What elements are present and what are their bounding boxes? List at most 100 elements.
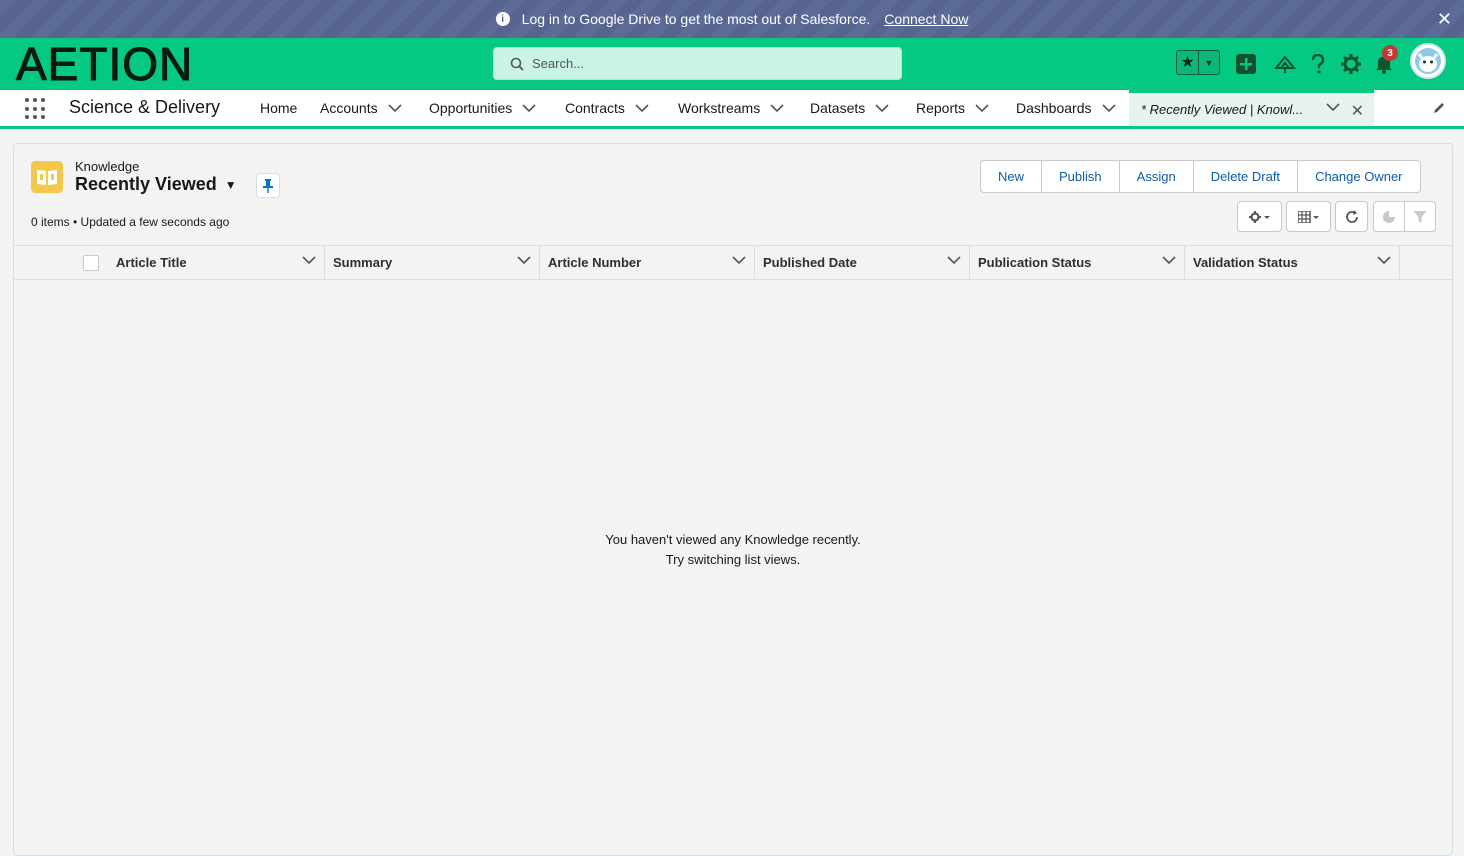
column-header-article-title[interactable]: Article Title [108, 246, 325, 279]
active-tab-label: * Recently Viewed | Knowl... [1141, 102, 1304, 117]
gear-icon [1248, 210, 1270, 223]
banner-message: Log in to Google Drive to get the most o… [521, 11, 871, 27]
nav-item-opportunities[interactable]: Opportunities [429, 100, 536, 116]
help-button[interactable] [1305, 51, 1331, 77]
info-icon: i [495, 12, 510, 26]
assign-button[interactable]: Assign [1119, 161, 1194, 192]
close-tab-icon[interactable]: ✕ [1351, 101, 1364, 121]
chevron-down-icon[interactable] [635, 103, 649, 113]
list-view-controls-button[interactable] [1237, 201, 1282, 232]
column-header-validation-status[interactable]: Validation Status [1185, 246, 1400, 279]
favorites-button[interactable]: ★ ▼ [1176, 50, 1220, 75]
nav-item-label: Datasets [810, 100, 866, 116]
edit-nav-pencil-icon[interactable] [1432, 101, 1446, 115]
column-label: Validation Status [1193, 255, 1298, 270]
nav-item-label: Reports [916, 100, 966, 116]
list-meta-info: 0 items • Updated a few seconds ago [31, 215, 230, 229]
column-header-published-date[interactable]: Published Date [755, 246, 970, 279]
pin-icon [263, 178, 273, 193]
chevron-down-icon[interactable] [302, 256, 316, 265]
nav-item-workstreams[interactable]: Workstreams [678, 100, 784, 116]
chevron-down-icon[interactable] [517, 256, 531, 265]
delete-draft-button[interactable]: Delete Draft [1193, 161, 1299, 192]
connect-now-link[interactable]: Connect Now [884, 11, 968, 27]
star-icon[interactable]: ★ [1177, 51, 1199, 74]
trailhead-button[interactable] [1272, 51, 1298, 77]
nav-item-label: Accounts [320, 100, 378, 116]
google-drive-banner: i Log in to Google Drive to get the most… [0, 0, 1464, 38]
chevron-down-icon[interactable] [1377, 256, 1391, 265]
list-actions-button-group: New Publish Assign Delete Draft Change O… [980, 160, 1421, 193]
chevron-down-icon[interactable] [1326, 103, 1340, 112]
nav-item-datasets[interactable]: Datasets [810, 100, 889, 116]
app-launcher-icon[interactable] [25, 98, 47, 120]
global-actions-button[interactable] [1233, 51, 1259, 77]
chevron-down-icon[interactable] [975, 103, 989, 113]
search-placeholder: Search... [532, 56, 585, 71]
nav-item-home[interactable]: Home [260, 100, 297, 116]
nav-item-label: Dashboards [1016, 100, 1092, 116]
new-button[interactable]: New [981, 161, 1043, 192]
chevron-down-icon[interactable] [875, 103, 889, 113]
list-view-card: Knowledge Recently Viewed ▼ 0 items • Up… [13, 143, 1453, 856]
nav-item-label: Contracts [565, 100, 625, 116]
notification-count-badge: 3 [1382, 45, 1398, 61]
gear-icon [1341, 54, 1361, 74]
aetion-logo[interactable]: AETION [15, 41, 193, 88]
global-search-input[interactable]: Search... [493, 47, 902, 80]
column-label: Published Date [763, 255, 857, 270]
column-label: Publication Status [978, 255, 1092, 270]
trailhead-icon [1274, 55, 1296, 73]
setup-button[interactable] [1338, 51, 1364, 77]
caret-down-icon[interactable]: ▼ [225, 178, 237, 192]
empty-state-line-1: You haven't viewed any Knowledge recentl… [605, 532, 861, 547]
column-header-article-number[interactable]: Article Number [540, 246, 755, 279]
chevron-down-icon[interactable]: ▼ [1199, 58, 1219, 68]
chevron-down-icon[interactable] [1101, 103, 1116, 113]
nav-item-label: Opportunities [429, 100, 513, 116]
display-as-table-button[interactable] [1286, 201, 1331, 232]
nav-item-label: Home [260, 100, 298, 116]
nav-item-label: Workstreams [678, 100, 761, 116]
tab-recently-viewed-knowledge[interactable]: * Recently Viewed | Knowl... ✕ [1129, 90, 1374, 126]
chevron-down-icon[interactable] [1162, 256, 1176, 265]
chart-icon[interactable] [1374, 202, 1405, 231]
refresh-icon [1345, 209, 1358, 223]
select-all-checkbox[interactable] [83, 255, 99, 271]
app-name: Science & Delivery [69, 97, 221, 117]
chevron-down-icon[interactable] [388, 103, 402, 113]
column-label: Article Number [548, 255, 642, 270]
avatar-icon [1415, 48, 1441, 74]
list-view-selector[interactable]: Recently Viewed ▼ [75, 174, 237, 195]
refresh-button[interactable] [1335, 201, 1368, 232]
search-icon [510, 57, 524, 71]
table-icon [1297, 210, 1319, 223]
pin-list-view-button[interactable] [256, 173, 280, 198]
chevron-down-icon[interactable] [732, 256, 746, 265]
change-owner-button[interactable]: Change Owner [1298, 161, 1420, 192]
chevron-down-icon[interactable] [947, 256, 961, 265]
plus-icon [1236, 54, 1256, 74]
publish-button[interactable]: Publish [1042, 161, 1120, 192]
column-header-summary[interactable]: Summary [325, 246, 540, 279]
knowledge-book-icon [31, 161, 63, 193]
column-label: Summary [333, 255, 393, 270]
object-label: Knowledge [75, 159, 140, 174]
filter-icon[interactable] [1405, 210, 1435, 224]
user-avatar[interactable] [1410, 43, 1446, 79]
empty-state-line-2: Try switching list views. [665, 552, 801, 567]
list-view-name: Recently Viewed [75, 174, 217, 194]
column-header-publication-status[interactable]: Publication Status [970, 246, 1185, 279]
chevron-down-icon[interactable] [770, 103, 784, 113]
nav-item-accounts[interactable]: Accounts [320, 100, 402, 116]
column-label: Article Title [116, 255, 187, 270]
chevron-down-icon[interactable] [522, 103, 536, 113]
nav-item-contracts[interactable]: Contracts [565, 100, 649, 116]
app-nav-bar: Science & Delivery Home Accounts Opportu… [0, 90, 1464, 129]
nav-item-reports[interactable]: Reports [916, 100, 989, 116]
empty-state-message: You haven't viewed any Knowledge recentl… [14, 530, 1452, 570]
nav-item-dashboards[interactable]: Dashboards [1016, 100, 1116, 116]
global-header: AETION Search... ★ ▼ [0, 38, 1464, 90]
close-icon[interactable]: ✕ [1437, 9, 1452, 30]
charts-button[interactable] [1373, 201, 1436, 232]
